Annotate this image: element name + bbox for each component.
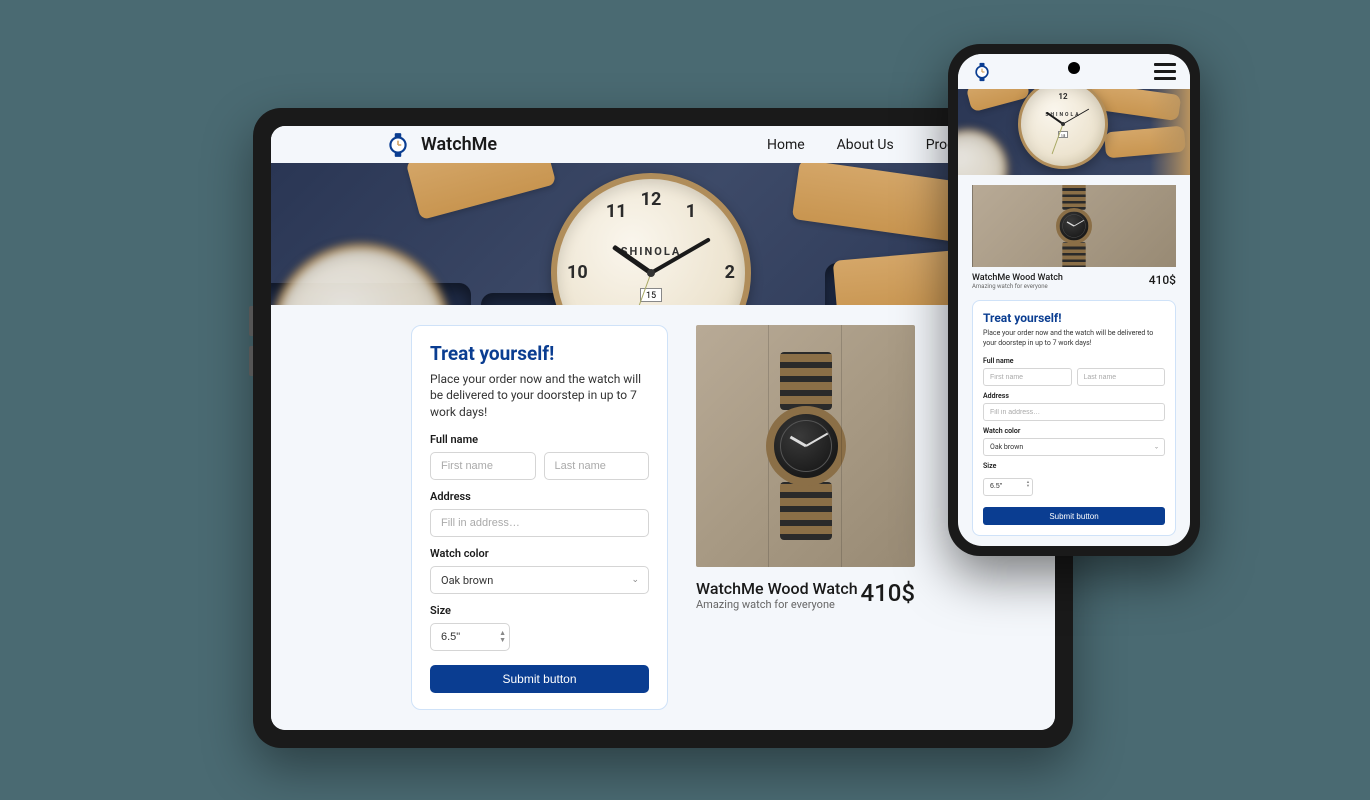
size-stepper[interactable] <box>430 623 510 651</box>
mobile-product-subtitle: Amazing watch for everyone <box>972 283 1063 290</box>
mobile-last-name-input[interactable] <box>1077 368 1166 386</box>
product-price: 410$ <box>860 579 915 607</box>
mobile-form-description: Place your order now and the watch will … <box>983 329 1165 349</box>
product-name: WatchMe Wood Watch <box>696 579 858 598</box>
phone-screen: 12 SHINOLA 15 <box>958 54 1190 546</box>
mobile-product-image <box>972 185 1176 267</box>
mobile-label-size: Size <box>983 462 1165 470</box>
mobile-label-address: Address <box>983 392 1165 400</box>
product-subtitle: Amazing watch for everyone <box>696 598 858 611</box>
nav-about[interactable]: About Us <box>837 137 894 153</box>
mobile-label-fullname: Full name <box>983 357 1165 365</box>
mobile-product-name: WatchMe Wood Watch <box>972 273 1063 283</box>
hamburger-menu-icon[interactable] <box>1154 63 1176 80</box>
hero-banner: 12 11 1 10 2 SHINOLA 15 <box>271 163 1055 304</box>
tablet-side-button <box>249 306 253 336</box>
form-title: Treat yourself! <box>430 342 649 365</box>
chevron-down-icon: ⌄ <box>631 575 639 585</box>
mobile-product-price: 410$ <box>1149 273 1176 290</box>
label-address: Address <box>430 490 649 503</box>
phone-device-frame: 12 SHINOLA 15 <box>948 44 1200 556</box>
hero-watch-blurred <box>271 243 451 304</box>
main-content: Treat yourself! Place your order now and… <box>271 305 1055 730</box>
order-form-card: Treat yourself! Place your order now and… <box>411 325 668 710</box>
first-name-input[interactable] <box>430 452 536 480</box>
mobile-address-input[interactable] <box>983 403 1165 421</box>
product-image <box>696 325 915 567</box>
last-name-input[interactable] <box>544 452 650 480</box>
hero-watch-main: 12 11 1 10 2 SHINOLA 15 <box>551 173 751 304</box>
mobile-label-color: Watch color <box>983 427 1165 435</box>
mobile-hero-banner: 12 SHINOLA 15 <box>958 89 1190 175</box>
mobile-first-name-input[interactable] <box>983 368 1072 386</box>
label-color: Watch color <box>430 547 649 560</box>
tablet-side-button <box>249 346 253 376</box>
submit-button[interactable]: Submit button <box>430 665 649 693</box>
product-block: WatchMe Wood Watch Amazing watch for eve… <box>696 325 915 710</box>
nav-home[interactable]: Home <box>767 137 805 153</box>
brand-name: WatchMe <box>421 134 497 155</box>
color-select[interactable]: Oak brown <box>430 566 649 594</box>
form-description: Place your order now and the watch will … <box>430 371 649 421</box>
stepper-buttons[interactable]: ▲▼ <box>499 630 506 644</box>
mobile-submit-button[interactable]: Submit button <box>983 507 1165 525</box>
tablet-screen: WatchMe Home About Us Products Co <box>271 126 1055 730</box>
label-size: Size <box>430 604 649 617</box>
mobile-color-select[interactable]: Oak brown <box>983 438 1165 456</box>
phone-camera-hole <box>1068 62 1080 74</box>
mobile-stepper-buttons[interactable]: ▲▼ <box>1026 480 1030 488</box>
watch-logo-icon <box>385 132 411 158</box>
label-fullname: Full name <box>430 433 649 446</box>
watch-logo-icon[interactable] <box>972 62 992 82</box>
chevron-down-icon: ⌄ <box>1154 444 1159 451</box>
mobile-order-form: Treat yourself! Place your order now and… <box>972 300 1176 536</box>
address-input[interactable] <box>430 509 649 537</box>
site-header: WatchMe Home About Us Products Co <box>271 126 1055 163</box>
mobile-form-title: Treat yourself! <box>983 311 1165 325</box>
brand-logo-group[interactable]: WatchMe <box>385 132 497 158</box>
